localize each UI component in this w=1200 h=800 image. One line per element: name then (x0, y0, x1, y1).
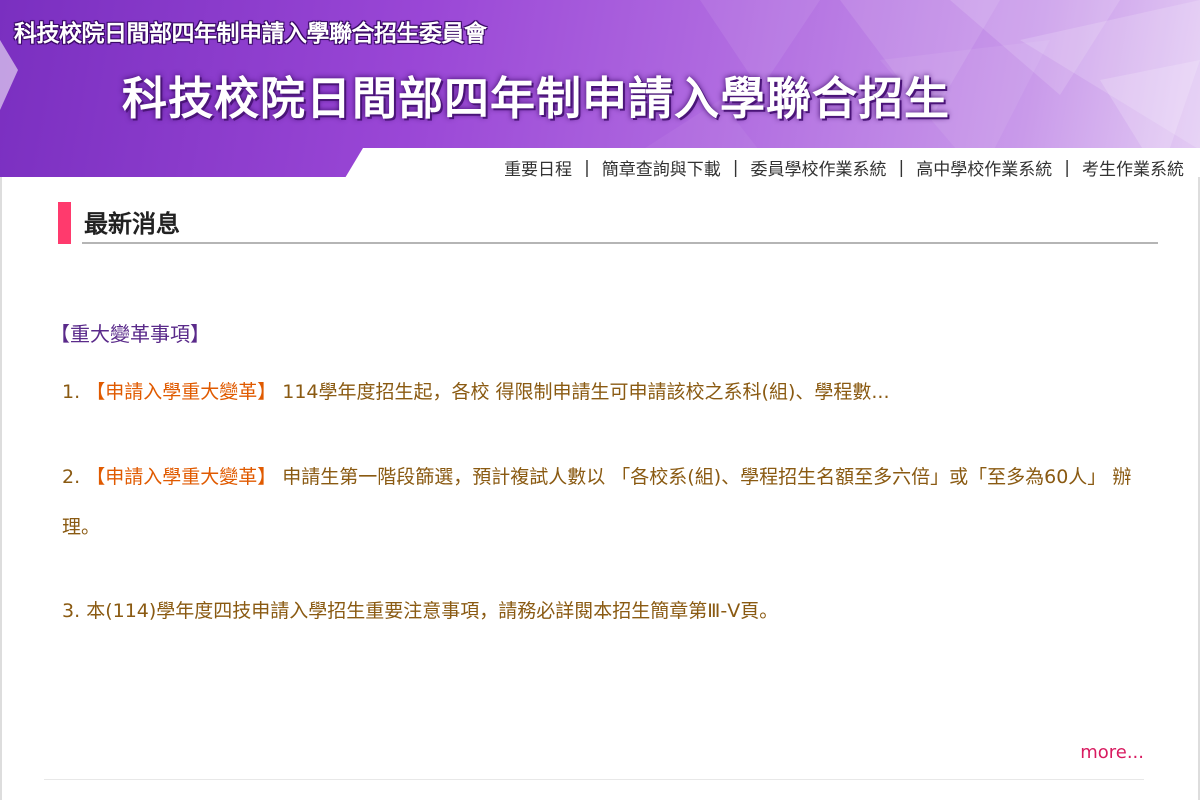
org-name: 科技校院日間部四年制申請入學聯合招生委員會 (14, 21, 487, 47)
nav-item-brochure[interactable]: 簡章查詢與下載 (602, 155, 721, 180)
left-border (0, 177, 2, 800)
nav-separator: | (1064, 157, 1070, 178)
section-divider (82, 242, 1158, 244)
news-item[interactable]: 2. 【申請入學重大變革】 申請生第一階段篩選，預計複試人數以 「各校系(組)、… (62, 452, 1142, 552)
news-text: 114學年度招生起，各校 得限制申請生可申請該校之系科(組)、學程數... (276, 381, 890, 403)
news-tag: 【申請入學重大變革】 (86, 381, 277, 403)
section-title: 最新消息 (84, 210, 180, 238)
news-number: 3. (62, 600, 81, 622)
nav-item-high-school[interactable]: 高中學校作業系統 (916, 155, 1052, 180)
more-link[interactable]: more... (1080, 742, 1144, 763)
page-title: 科技校院日間部四年制申請入學聯合招生 (122, 72, 951, 125)
nav-item-member-school[interactable]: 委員學校作業系統 (751, 155, 887, 180)
nav-separator: | (732, 157, 739, 178)
nav-separator: | (898, 157, 905, 178)
top-nav: 重要日程 | 簡章查詢與下載 | 委員學校作業系統 | 高中學校作業系統 | 考… (504, 155, 1184, 181)
news-category: 【重大變革事項】 (50, 322, 210, 346)
news-item[interactable]: 1. 【申請入學重大變革】 114學年度招生起，各校 得限制申請生可申請該校之系… (62, 367, 1142, 417)
section-marker (58, 202, 71, 244)
news-section-header: 最新消息 (58, 200, 1158, 245)
news-number: 2. (62, 466, 81, 488)
news-text: 本(114)學年度四技申請入學招生重要注意事項，請務必詳閱本招生簡章第Ⅲ-Ⅴ頁。 (86, 600, 779, 622)
nav-item-applicant[interactable]: 考生作業系統 (1082, 155, 1184, 180)
nav-separator: | (584, 157, 590, 178)
news-item[interactable]: 3. 本(114)學年度四技申請入學招生重要注意事項，請務必詳閱本招生簡章第Ⅲ-… (62, 586, 1142, 636)
nav-item-schedule[interactable]: 重要日程 (504, 155, 572, 180)
news-tag: 【申請入學重大變革】 (86, 466, 277, 488)
news-number: 1. (62, 381, 81, 403)
footer-divider (44, 779, 1144, 780)
